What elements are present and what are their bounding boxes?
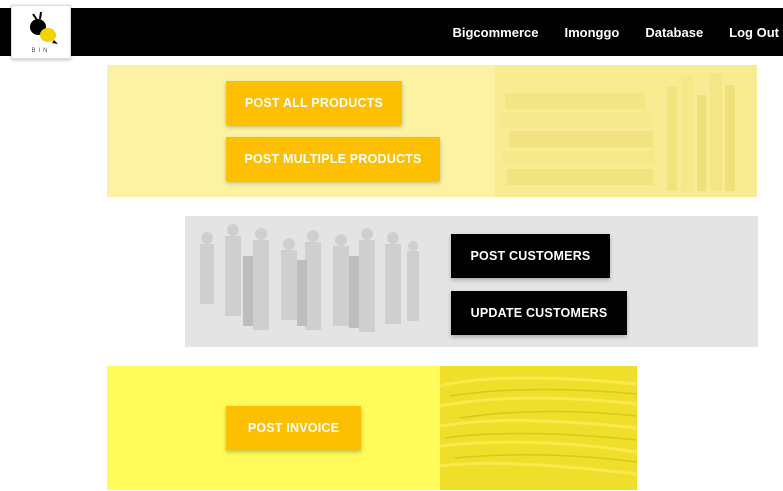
top-navbar: Bigcommerce Imonggo Database Log Out: [0, 8, 783, 56]
customers-panel: POST CUSTOMERS UPDATE CUSTOMERS: [185, 216, 758, 347]
update-customers-button[interactable]: UPDATE CUSTOMERS: [451, 291, 627, 335]
post-multiple-products-button[interactable]: POST MULTIPLE PRODUCTS: [226, 137, 440, 181]
logo-text: BIN: [31, 48, 51, 54]
post-invoice-button[interactable]: POST INVOICE: [226, 406, 361, 450]
app-logo[interactable]: BIN: [11, 5, 71, 59]
post-all-products-button[interactable]: POST ALL PRODUCTS: [226, 81, 402, 125]
nav-link-log-out[interactable]: Log Out: [729, 25, 779, 40]
papers-background-image: [439, 366, 637, 490]
post-customers-button[interactable]: POST CUSTOMERS: [451, 234, 610, 278]
invoice-panel: POST INVOICE: [107, 366, 637, 490]
nav-link-imonggo[interactable]: Imonggo: [564, 25, 619, 40]
bin-bee-logo-icon: [30, 11, 58, 44]
nav-link-bigcommerce[interactable]: Bigcommerce: [452, 25, 538, 40]
nav-links: Bigcommerce Imonggo Database Log Out: [426, 8, 783, 56]
books-background-image: [495, 65, 757, 197]
products-panel: POST ALL PRODUCTS POST MULTIPLE PRODUCTS: [107, 65, 757, 197]
people-background-image: [185, 216, 425, 347]
nav-link-database[interactable]: Database: [645, 25, 703, 40]
